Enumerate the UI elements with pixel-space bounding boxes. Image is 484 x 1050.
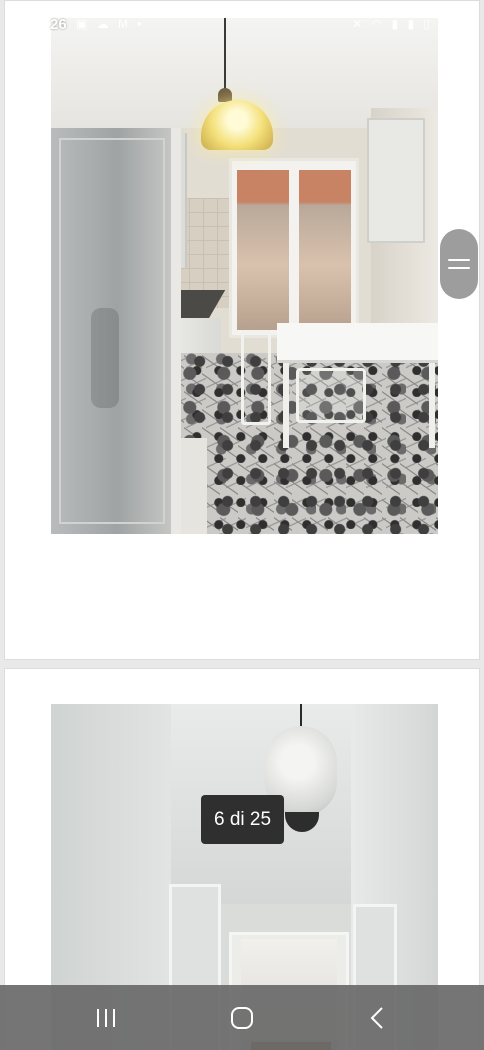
back-icon [370,1007,383,1029]
dot-icon: • [137,17,145,31]
cloud-icon: ☁ [96,17,112,31]
status-bar: 26 ▣ ☁ M • ✕ ◠ ▮ ▮ ▯ [46,16,433,33]
recents-icon [97,1009,115,1027]
photo-counter-badge: 6 di 25 [201,795,284,844]
wifi-icon: ◠ [371,17,386,31]
mute-icon: ✕ [352,17,366,31]
gallery-icon: ▣ [76,17,91,31]
kitchen-photo[interactable] [51,18,438,534]
status-time: 26 [50,16,67,33]
gmail-icon: M [118,17,132,31]
drag-handle-icon[interactable] [440,229,478,299]
photo-card-1[interactable] [4,0,480,660]
battery-icon: ▯ [423,17,433,31]
home-button[interactable] [222,1003,262,1033]
recents-button[interactable] [86,1003,126,1033]
home-icon [231,1007,253,1029]
back-button[interactable] [358,1003,398,1033]
navigation-bar [0,985,484,1050]
signal-icon: ▮ [391,17,402,31]
signal-icon: ▮ [407,17,418,31]
